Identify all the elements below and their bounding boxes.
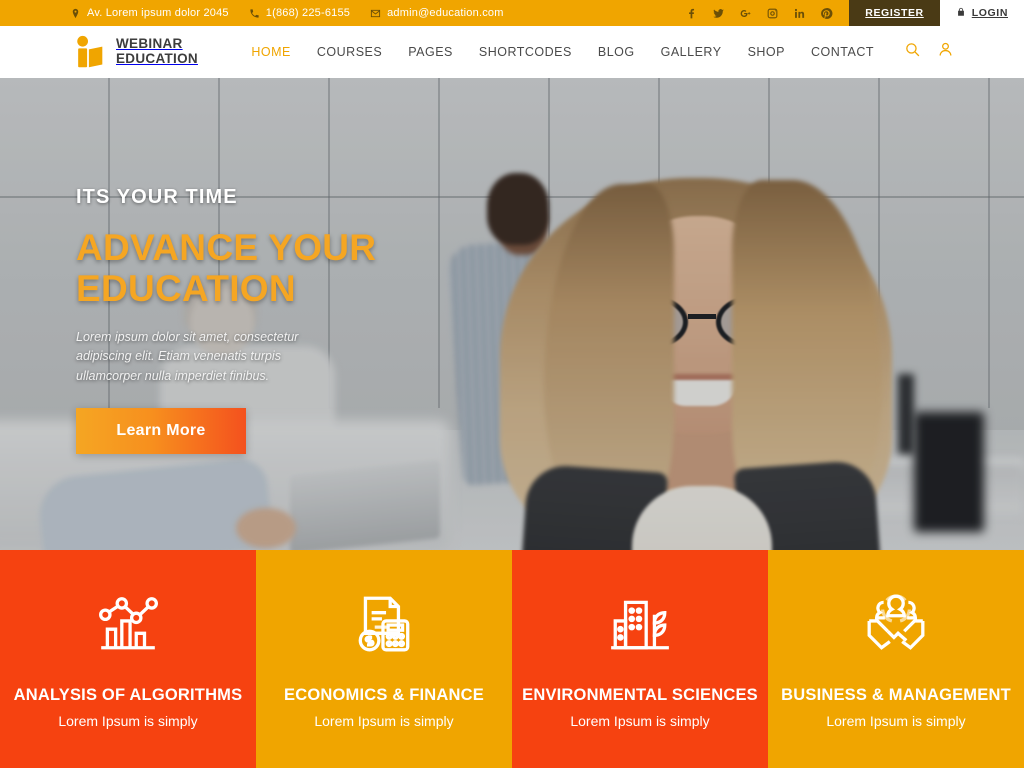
- feature-card-title: BUSINESS & MANAGEMENT: [781, 686, 1011, 704]
- hero-eyebrow: ITS YOUR TIME: [76, 186, 238, 208]
- nav-item-courses[interactable]: COURSES: [317, 45, 382, 59]
- feature-card-title: ENVIRONMENTAL SCIENCES: [522, 686, 758, 704]
- logo-line-2: EDUCATION: [116, 51, 198, 66]
- address-text: Av. Lorem ipsum dolor 2045: [87, 7, 229, 19]
- login-label: LOGIN: [971, 7, 1008, 19]
- login-button[interactable]: LOGIN: [939, 0, 1024, 26]
- lock-icon: [956, 7, 966, 20]
- address-item: Av. Lorem ipsum dolor 2045: [70, 7, 229, 19]
- learn-more-button[interactable]: Learn More: [76, 408, 246, 454]
- nav-item-shop[interactable]: SHOP: [748, 45, 785, 59]
- feature-card-business-and-management[interactable]: BUSINESS & MANAGEMENT Lorem Ipsum is sim…: [768, 550, 1024, 768]
- top-bar-contact-info: Av. Lorem ipsum dolor 2045 1(868) 225-61…: [0, 0, 684, 26]
- logo-line-1: WEBINAR: [116, 36, 183, 52]
- top-bar: Av. Lorem ipsum dolor 2045 1(868) 225-61…: [0, 0, 1024, 26]
- hero-title-line-1: ADVANCE YOUR: [76, 227, 377, 268]
- invoice-calculator-icon: [351, 584, 417, 662]
- phone-item[interactable]: 1(868) 225-6155: [249, 7, 350, 19]
- phone-text: 1(868) 225-6155: [265, 7, 351, 19]
- phone-icon: [249, 8, 260, 19]
- buildings-plant-icon: [607, 584, 673, 662]
- google-plus-icon[interactable]: [738, 6, 752, 20]
- register-label: REGISTER: [865, 7, 924, 19]
- email-text: admin@education.com: [387, 7, 504, 19]
- feature-card-analysis-of-algorithms[interactable]: ANALYSIS OF ALGORITHMS Lorem Ipsum is si…: [0, 550, 256, 768]
- twitter-icon[interactable]: [711, 6, 725, 20]
- register-button[interactable]: REGISTER: [849, 0, 940, 26]
- location-pin-icon: [70, 8, 81, 19]
- feature-card-desc: Lorem Ipsum is simply: [314, 713, 454, 729]
- feature-card-title: ECONOMICS & FINANCE: [284, 686, 484, 704]
- hero-title-line-2: EDUCATION: [76, 268, 296, 310]
- feature-card-desc: Lorem Ipsum is simply: [826, 713, 966, 729]
- feature-card-title: ANALYSIS OF ALGORITHMS: [13, 686, 243, 704]
- logo-text: WEBINAR EDUCATION: [116, 37, 198, 66]
- hero-title: ADVANCE YOUR EDUCATION: [76, 227, 406, 310]
- nav-item-contact[interactable]: CONTACT: [811, 45, 874, 59]
- feature-card-desc: Lorem Ipsum is simply: [570, 713, 710, 729]
- nav-item-blog[interactable]: BLOG: [598, 45, 635, 59]
- hero-subtitle: Lorem ipsum dolor sit amet, consectetur …: [76, 329, 299, 383]
- header-actions: [904, 41, 954, 63]
- linkedin-icon[interactable]: [792, 6, 806, 20]
- analytics-chart-icon: [95, 584, 161, 662]
- feature-cards: ANALYSIS OF ALGORITHMS Lorem Ipsum is si…: [0, 550, 1024, 768]
- search-icon[interactable]: [904, 41, 921, 63]
- nav-item-pages[interactable]: PAGES: [408, 45, 453, 59]
- nav-item-home[interactable]: HOME: [251, 45, 291, 59]
- email-item[interactable]: admin@education.com: [370, 7, 503, 19]
- user-icon[interactable]: [937, 41, 954, 63]
- hero-banner: ITS YOUR TIME ADVANCE YOUR EDUCATION Lor…: [0, 78, 1024, 550]
- site-logo[interactable]: WEBINAR EDUCATION: [70, 35, 198, 69]
- hero-content: ITS YOUR TIME ADVANCE YOUR EDUCATION Lor…: [76, 186, 496, 454]
- envelope-icon: [370, 8, 381, 19]
- main-navigation: HOME COURSES PAGES SHORTCODES BLOG GALLE…: [251, 45, 874, 59]
- book-logo-icon: [70, 35, 106, 69]
- instagram-icon[interactable]: [765, 6, 779, 20]
- social-links: [684, 0, 849, 26]
- pinterest-icon[interactable]: [819, 6, 833, 20]
- feature-card-economics-and-finance[interactable]: ECONOMICS & FINANCE Lorem Ipsum is simpl…: [256, 550, 512, 768]
- nav-item-shortcodes[interactable]: SHORTCODES: [479, 45, 572, 59]
- handshake-team-icon: [863, 584, 929, 662]
- feature-card-desc: Lorem Ipsum is simply: [58, 713, 198, 729]
- site-header: WEBINAR EDUCATION HOME COURSES PAGES SHO…: [0, 26, 1024, 78]
- feature-card-environmental-sciences[interactable]: ENVIRONMENTAL SCIENCES Lorem Ipsum is si…: [512, 550, 768, 768]
- facebook-icon[interactable]: [684, 6, 698, 20]
- nav-item-gallery[interactable]: GALLERY: [661, 45, 722, 59]
- top-bar-actions: REGISTER LOGIN: [684, 0, 1024, 26]
